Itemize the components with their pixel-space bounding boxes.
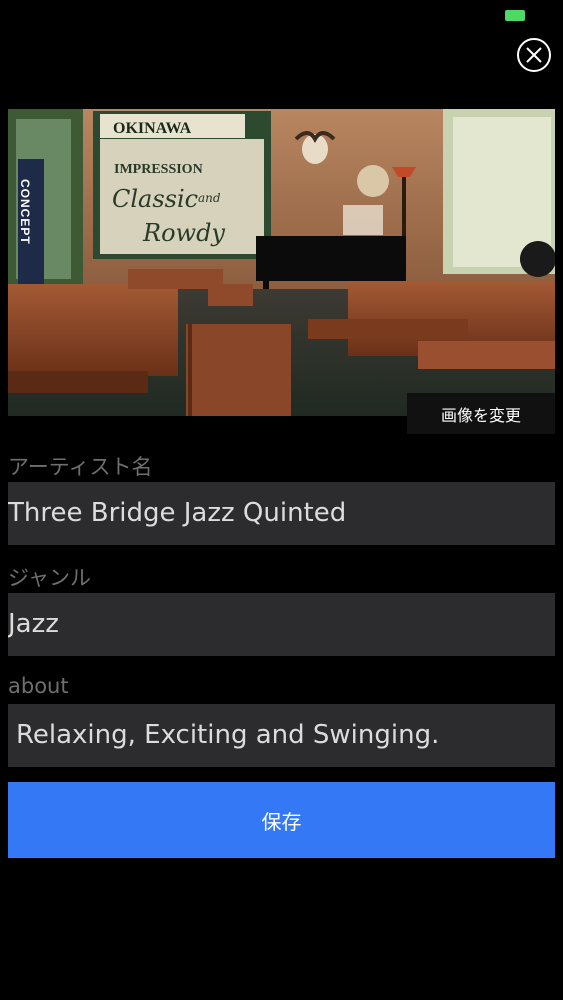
concept-sign: CONCEPT [18, 179, 32, 245]
genre-value: Jazz [8, 609, 59, 639]
about-value: Relaxing, Exciting and Swinging. [16, 720, 440, 750]
close-icon [526, 47, 542, 63]
classic-sign: Classic [112, 185, 198, 213]
genre-label: ジャンル [8, 566, 91, 590]
okinawa-sign: OKINAWA [113, 120, 192, 137]
impression-sign: IMPRESSION [114, 162, 203, 177]
save-button[interactable]: 保存 [8, 782, 555, 858]
about-field[interactable]: Relaxing, Exciting and Swinging. [8, 704, 555, 767]
and-sign: and [198, 191, 221, 205]
change-image-label: 画像を変更 [440, 405, 521, 425]
save-label: 保存 [261, 809, 302, 834]
genre-field[interactable]: Jazz [8, 593, 555, 656]
artist-photo: OKINAWA IMPRESSION Classic and Rowdy CON… [8, 109, 555, 416]
change-image-button[interactable]: 画像を変更 [407, 393, 555, 434]
rowdy-sign: Rowdy [142, 219, 225, 247]
about-label: about [8, 674, 69, 698]
battery-indicator [505, 10, 525, 21]
artist-name-value: Three Bridge Jazz Quinted [8, 498, 347, 528]
artist-name-label: アーティスト名 [8, 455, 153, 479]
close-button[interactable] [517, 38, 551, 72]
artist-name-field[interactable]: Three Bridge Jazz Quinted [8, 482, 555, 545]
